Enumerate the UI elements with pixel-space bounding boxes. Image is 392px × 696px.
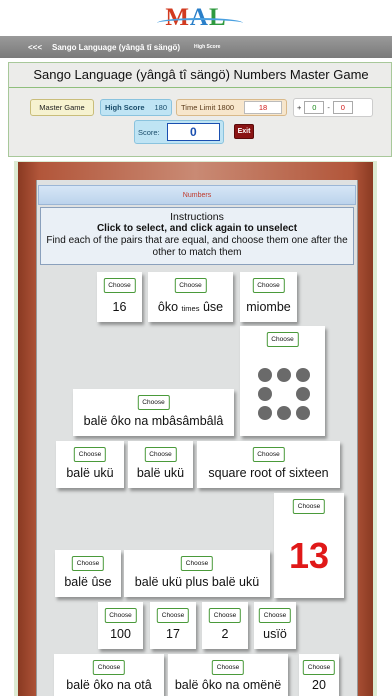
choose-button[interactable]: Choose bbox=[211, 660, 245, 675]
dot bbox=[277, 406, 291, 420]
dot bbox=[258, 387, 272, 401]
nav-bar: <<< Sango Language (yângâ tî sängö) High… bbox=[0, 36, 392, 58]
high-score-value: 180 bbox=[154, 103, 167, 112]
exit-button[interactable]: Exit bbox=[234, 124, 254, 139]
card-label-small: times bbox=[181, 304, 200, 313]
card-13[interactable]: Choose 13 bbox=[274, 493, 344, 598]
score-label: Score: bbox=[138, 127, 160, 137]
card-label: balë ukü plus balë ukü bbox=[134, 575, 260, 589]
high-score-label: High Score bbox=[105, 103, 145, 112]
card-bale-uku-plus-bale-uku[interactable]: Choose balë ukü plus balë ukü bbox=[124, 550, 270, 597]
choose-button[interactable]: Choose bbox=[156, 608, 190, 623]
choose-button[interactable]: Choose bbox=[292, 499, 326, 514]
card-label: usïö bbox=[263, 627, 287, 641]
card-label-main: ôko bbox=[157, 300, 179, 314]
choose-button[interactable]: Choose bbox=[174, 278, 207, 293]
choose-button[interactable]: Choose bbox=[104, 608, 137, 623]
dot-empty bbox=[277, 387, 291, 401]
title-divider bbox=[9, 87, 392, 88]
card-bale-oko-na-ota[interactable]: Choose balë ôko na otâ bbox=[54, 654, 164, 696]
card-label: balë ôko na otâ bbox=[66, 678, 152, 692]
instructions-box: Instructions Click to select, and click … bbox=[40, 207, 354, 265]
dot bbox=[258, 406, 272, 420]
choose-button[interactable]: Choose bbox=[137, 395, 170, 410]
choose-button[interactable]: Choose bbox=[266, 332, 299, 347]
card-dots-eight[interactable]: Choose bbox=[240, 326, 325, 436]
card-bale-uku-1[interactable]: Choose balë ukü bbox=[56, 441, 124, 488]
plus-minus-counter: + 0 - 0 bbox=[293, 98, 373, 117]
card-label: miombe bbox=[246, 300, 291, 314]
card-label: balë ôko na mbâsâmbâlâ bbox=[83, 414, 224, 428]
master-game-label: Master Game bbox=[39, 103, 85, 112]
board-tab-numbers[interactable]: Numbers bbox=[38, 185, 356, 205]
plus-sign: + bbox=[297, 103, 302, 112]
card-20[interactable]: Choose 20 bbox=[299, 654, 339, 696]
back-link[interactable]: <<< bbox=[28, 43, 42, 52]
choose-button[interactable]: Choose bbox=[144, 447, 177, 462]
dot bbox=[296, 368, 310, 382]
card-2[interactable]: Choose 2 bbox=[202, 602, 248, 649]
dot-pattern bbox=[258, 368, 310, 420]
card-label: 2 bbox=[221, 627, 229, 641]
card-17[interactable]: Choose 17 bbox=[150, 602, 196, 649]
card-label: square root of sixteen bbox=[208, 466, 329, 480]
high-scores-link[interactable]: High Score bbox=[194, 44, 220, 50]
card-label-end: ûse bbox=[202, 300, 224, 314]
master-game-chip: Master Game bbox=[30, 99, 94, 116]
dot bbox=[296, 406, 310, 420]
card-label: 17 bbox=[166, 627, 180, 641]
card-label: 100 bbox=[110, 627, 131, 641]
choose-button[interactable]: Choose bbox=[208, 608, 242, 623]
choose-button[interactable]: Choose bbox=[71, 556, 105, 571]
score-value: 0 bbox=[166, 123, 220, 141]
choose-button[interactable]: Choose bbox=[252, 278, 285, 293]
card-usio[interactable]: Choose usïö bbox=[254, 602, 296, 649]
choose-button[interactable]: Choose bbox=[73, 447, 107, 462]
choose-button[interactable]: Choose bbox=[92, 660, 126, 675]
card-label: ôko times ûse bbox=[148, 300, 233, 314]
dot bbox=[277, 368, 291, 382]
game-title: Sango Language (yângâ tî sängö) Numbers … bbox=[33, 67, 369, 82]
instructions-text: Find each of the pairs that are equal, a… bbox=[46, 235, 348, 258]
card-miombe[interactable]: Choose miombe bbox=[240, 272, 297, 322]
logo-text: MAL bbox=[157, 4, 244, 32]
instructions-heading: Instructions bbox=[170, 211, 224, 223]
choose-button[interactable]: Choose bbox=[252, 447, 285, 462]
high-score-chip: High Score 180 bbox=[100, 99, 172, 116]
card-label: balë ukü bbox=[66, 466, 114, 480]
card-label: 16 bbox=[112, 300, 127, 314]
logo-swoosh bbox=[157, 18, 244, 28]
minus-sign: - bbox=[327, 103, 330, 112]
card-16[interactable]: Choose 16 bbox=[97, 272, 142, 322]
app-page: MAL <<< Sango Language (yângâ tî sängö) … bbox=[0, 0, 392, 696]
score-box: Score: 0 bbox=[134, 120, 224, 144]
card-bale-uku-2[interactable]: Choose balë ukü bbox=[128, 441, 193, 488]
instructions-bold: Click to select, and click again to unse… bbox=[96, 223, 298, 234]
nav-title: Sango Language (yângâ tî sängö) bbox=[52, 42, 181, 52]
card-bale-oko-na-mbasambala[interactable]: Choose balë ôko na mbâsâmbâlâ bbox=[73, 389, 234, 436]
dot bbox=[296, 387, 310, 401]
choose-button[interactable]: Choose bbox=[103, 278, 136, 293]
plus-value: 0 bbox=[304, 101, 325, 114]
app-logo: MAL bbox=[0, 0, 392, 36]
card-bale-oko-na-omene[interactable]: Choose balë ôko na omënë bbox=[168, 654, 288, 696]
choose-button[interactable]: Choose bbox=[258, 608, 292, 623]
card-label: 13 bbox=[288, 535, 330, 576]
card-label: balë ûse bbox=[64, 575, 112, 589]
choose-button[interactable]: Choose bbox=[180, 556, 214, 571]
time-limit-chip: Time Limit 1800 18 bbox=[176, 99, 287, 116]
card-bale-use[interactable]: Choose balë ûse bbox=[55, 550, 121, 597]
choose-button[interactable]: Choose bbox=[302, 660, 336, 675]
card-label: balë ôko na omënë bbox=[174, 678, 282, 692]
time-limit-label: Time Limit 1800 bbox=[181, 103, 235, 112]
minus-value: 0 bbox=[332, 101, 353, 114]
time-limit-value: 18 bbox=[244, 101, 282, 114]
card-100[interactable]: Choose 100 bbox=[98, 602, 143, 649]
card-label: balë ukü bbox=[136, 466, 185, 480]
card-oko-times-use[interactable]: Choose ôko times ûse bbox=[148, 272, 233, 322]
dot bbox=[258, 368, 272, 382]
card-label: 20 bbox=[312, 678, 326, 692]
card-square-root-of-sixteen[interactable]: Choose square root of sixteen bbox=[197, 441, 340, 488]
